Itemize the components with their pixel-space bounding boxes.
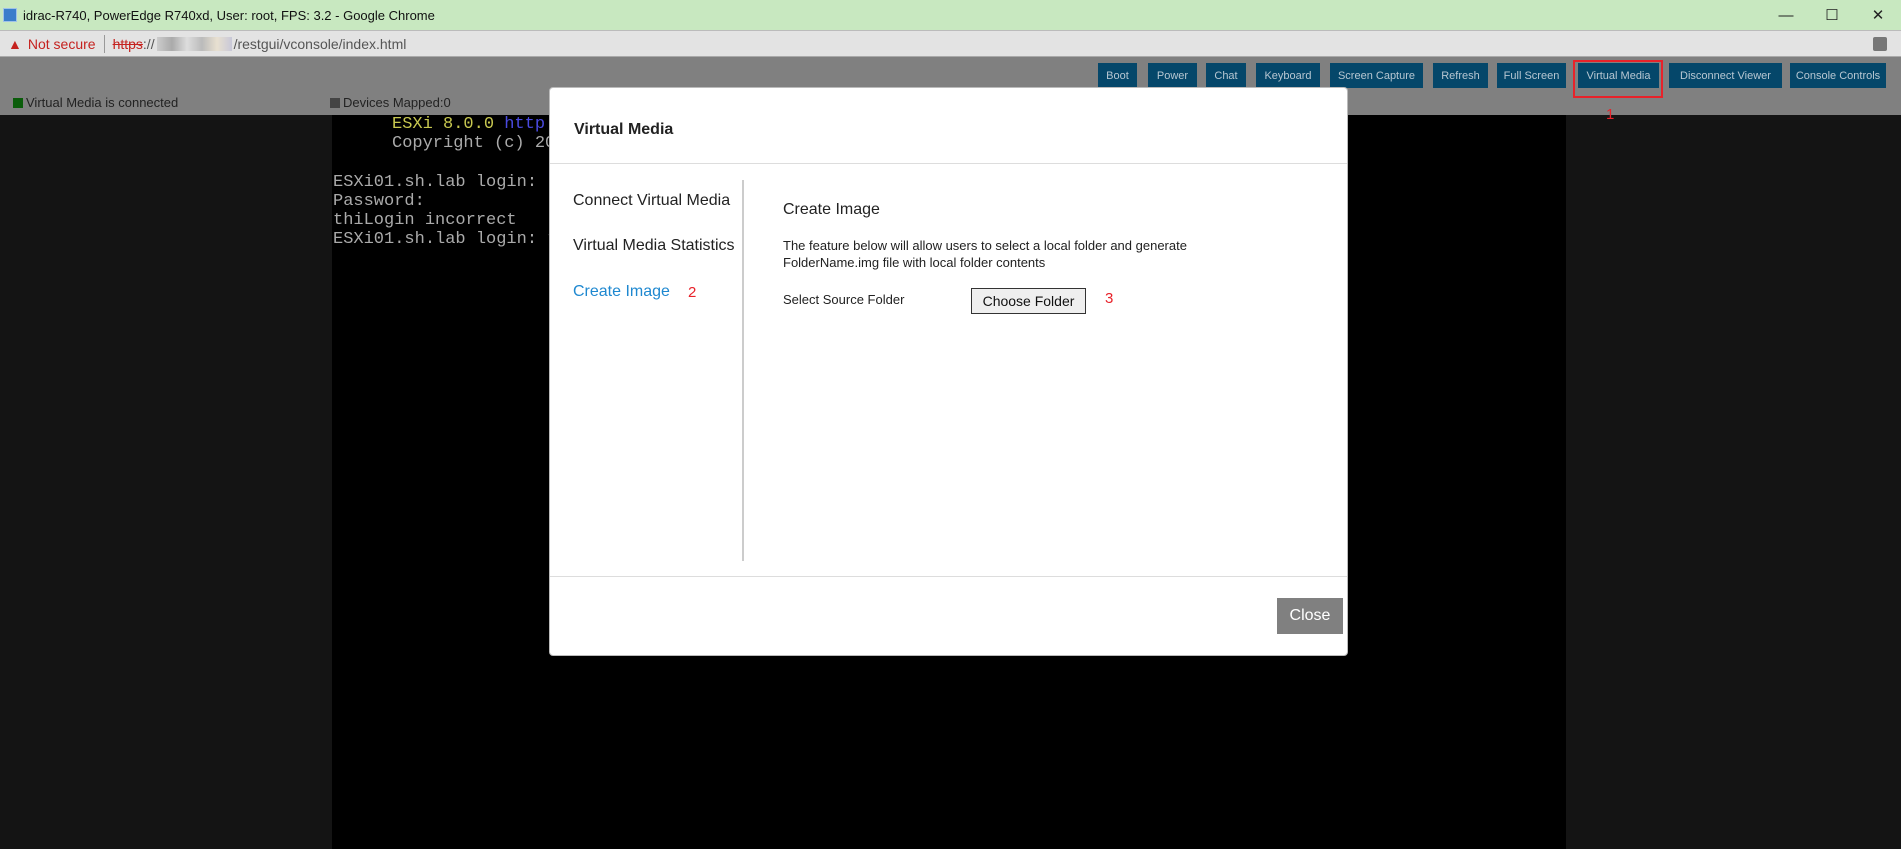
console-line: ESXi01.sh.lab login: r [333, 173, 558, 192]
not-secure-label[interactable]: Not secure [28, 36, 96, 52]
console-line: ESXi01.sh.lab login: t [333, 230, 558, 249]
redacted-host [156, 36, 232, 51]
highlight-box [1573, 60, 1663, 98]
warning-icon: ▲ [8, 35, 22, 52]
annotation-3: 3 [1105, 290, 1114, 307]
power-button[interactable]: Power [1148, 63, 1197, 88]
mapped-indicator-icon [330, 97, 340, 108]
console-controls-button[interactable]: Console Controls [1790, 63, 1886, 88]
devices-mapped-status: Devices Mapped:0 [330, 95, 451, 110]
url-separator: :// [142, 35, 155, 52]
connected-label: Virtual Media is connected [26, 95, 179, 110]
close-window-button[interactable]: ✕ [1855, 0, 1901, 30]
virtual-media-dialog: Virtual Media Connect Virtual Media Virt… [549, 87, 1348, 656]
divider [103, 34, 105, 53]
close-button[interactable]: Close [1277, 598, 1343, 634]
refresh-button[interactable]: Refresh [1433, 63, 1488, 88]
full-screen-button[interactable]: Full Screen [1497, 63, 1566, 88]
window-title: idrac-R740, PowerEdge R740xd, User: root… [23, 7, 435, 23]
dialog-title: Virtual Media [574, 121, 674, 138]
translate-icon[interactable] [1873, 37, 1887, 51]
console-line: ESXi 8.0.0 http:/ [392, 115, 566, 134]
maximize-button[interactable]: ☐ [1809, 0, 1855, 30]
screen-capture-button[interactable]: Screen Capture [1330, 63, 1423, 88]
console-line: Copyright (c) 20 [392, 134, 556, 153]
window-titlebar: idrac-R740, PowerEdge R740xd, User: root… [0, 0, 1901, 30]
virtual-media-status: Virtual Media is connected [13, 95, 178, 110]
address-bar[interactable]: ▲ Not secure https :// /restgui/vconsole… [0, 30, 1901, 57]
boot-button[interactable]: Boot [1098, 63, 1137, 88]
description-line-2: FolderName.img file with local folder co… [783, 255, 1046, 270]
description-line-1: The feature below will allow users to se… [783, 238, 1187, 253]
console-line: thiLogin incorrect [333, 211, 517, 230]
disconnect-viewer-button[interactable]: Disconnect Viewer [1669, 63, 1782, 88]
annotation-1: 1 [1606, 106, 1615, 123]
mapped-label: Devices Mapped:0 [343, 95, 451, 110]
url-path: /restgui/vconsole/index.html [233, 35, 407, 52]
choose-folder-button[interactable]: Choose Folder [971, 288, 1086, 314]
minimize-button[interactable]: — [1763, 0, 1809, 30]
nav-create-image[interactable]: Create Image [573, 283, 670, 301]
annotation-2: 2 [688, 284, 697, 301]
footer-divider [550, 576, 1347, 577]
chat-button[interactable]: Chat [1206, 63, 1246, 88]
nav-virtual-media-statistics[interactable]: Virtual Media Statistics [573, 237, 735, 255]
nav-divider [742, 180, 744, 561]
section-heading: Create Image [783, 201, 880, 218]
header-divider [550, 163, 1347, 164]
nav-connect-virtual-media[interactable]: Connect Virtual Media [573, 192, 730, 210]
keyboard-button[interactable]: Keyboard [1256, 63, 1320, 88]
url-scheme: https [112, 35, 143, 52]
connected-indicator-icon [13, 97, 23, 108]
source-folder-label: Select Source Folder [783, 292, 905, 307]
app-icon [3, 8, 17, 22]
console-line: Password: [333, 192, 425, 211]
